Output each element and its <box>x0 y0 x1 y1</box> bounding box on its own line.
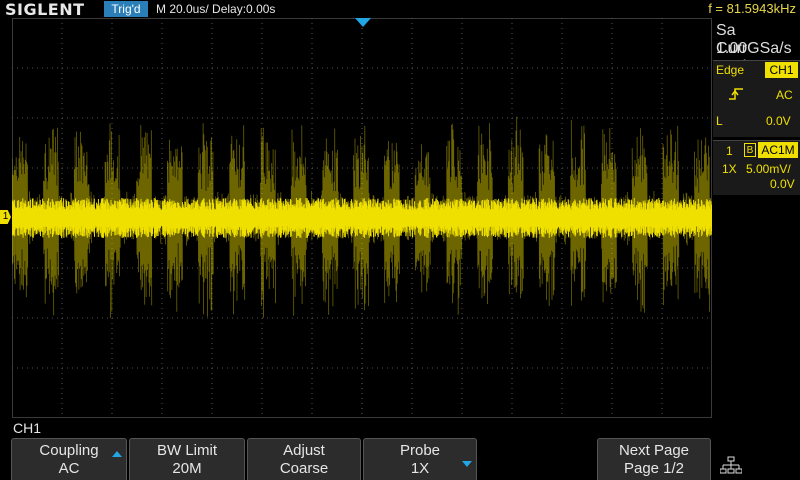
waveform-canvas <box>12 18 712 418</box>
trigger-source-badge: CH1 <box>765 62 798 78</box>
arrow-up-icon <box>112 451 122 457</box>
menu-title: CH1 <box>13 420 42 436</box>
memory-depth: Curr 280kpts <box>716 40 772 75</box>
softkey-value: Coarse <box>279 460 329 477</box>
softkey-value: AC <box>58 460 80 477</box>
softkey-value: 1X <box>410 460 430 477</box>
coupling-softkey[interactable]: Coupling AC <box>11 438 127 480</box>
brand-logo: SIGLENT <box>5 0 85 19</box>
sample-rate: Sa 1.00GSa/s <box>716 22 792 57</box>
channel-scale: 5.00mV/ <box>746 162 791 176</box>
channel-number: 1 <box>726 144 733 158</box>
bandwidth-limit-badge: B <box>744 143 756 157</box>
rising-edge-icon <box>729 88 743 100</box>
softkey-title: Next Page <box>618 442 690 459</box>
softkey-value: 20M <box>172 460 202 477</box>
trigger-position-marker[interactable] <box>355 18 371 27</box>
ch1-offset-marker[interactable]: 1 <box>0 210 11 224</box>
channel-coupling-badge: AC1M <box>758 142 798 158</box>
softkey-title: Coupling <box>39 442 99 459</box>
trigger-status-badge: Trig'd <box>104 1 148 17</box>
softkey-title: Probe <box>399 442 441 459</box>
channel-probe: 1X <box>722 162 737 176</box>
ch1-waveform <box>12 116 712 318</box>
probe-softkey[interactable]: Probe 1X <box>363 438 477 480</box>
softkey-title: BW Limit <box>157 442 217 459</box>
trigger-type: Edge <box>716 63 745 77</box>
frequency-readout: f = 81.5943kHz <box>708 1 796 16</box>
trigger-coupling: AC <box>776 88 793 102</box>
softkey-title: Adjust <box>283 442 325 459</box>
channel-offset: 0.0V <box>770 177 795 191</box>
arrow-down-icon <box>462 461 472 467</box>
trigger-level-value: 0.0V <box>766 114 791 128</box>
next-page-softkey[interactable]: Next Page Page 1/2 <box>597 438 711 480</box>
softkey-value: Page 1/2 <box>623 460 685 477</box>
timebase-value: M 20.0us/ <box>156 2 209 16</box>
network-icon <box>720 456 742 474</box>
adjust-softkey[interactable]: Adjust Coarse <box>247 438 361 480</box>
bw-limit-softkey[interactable]: BW Limit 20M <box>129 438 245 480</box>
delay-value: Delay:0.00s <box>212 2 276 16</box>
timebase-readout: M 20.0us/ Delay:0.00s <box>156 1 275 17</box>
trigger-level-label: L <box>716 114 723 128</box>
